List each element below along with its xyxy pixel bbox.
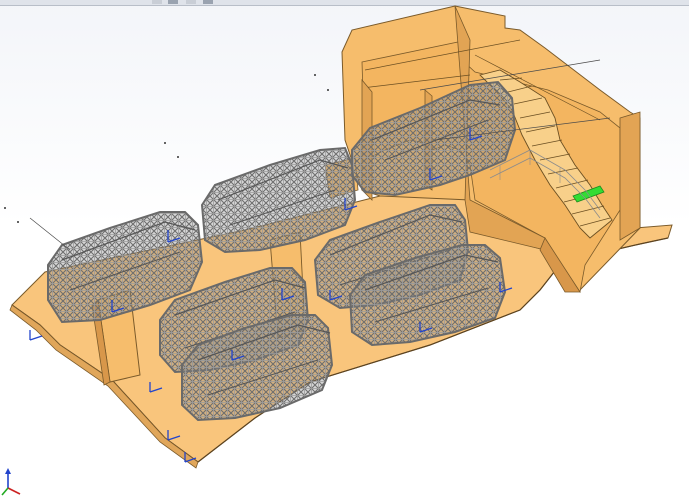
axis-triad-icon[interactable] [1,468,21,496]
cad-viewport[interactable] [0,0,689,500]
sketch-point-icon [164,142,166,144]
sketch-point-icon [314,74,316,76]
sketch-point-icon [17,221,19,223]
sketch-point-icon [177,156,179,158]
sketch-point-icon [327,89,329,91]
model-graphics[interactable] [0,0,689,500]
sketch-point-icon [4,207,6,209]
